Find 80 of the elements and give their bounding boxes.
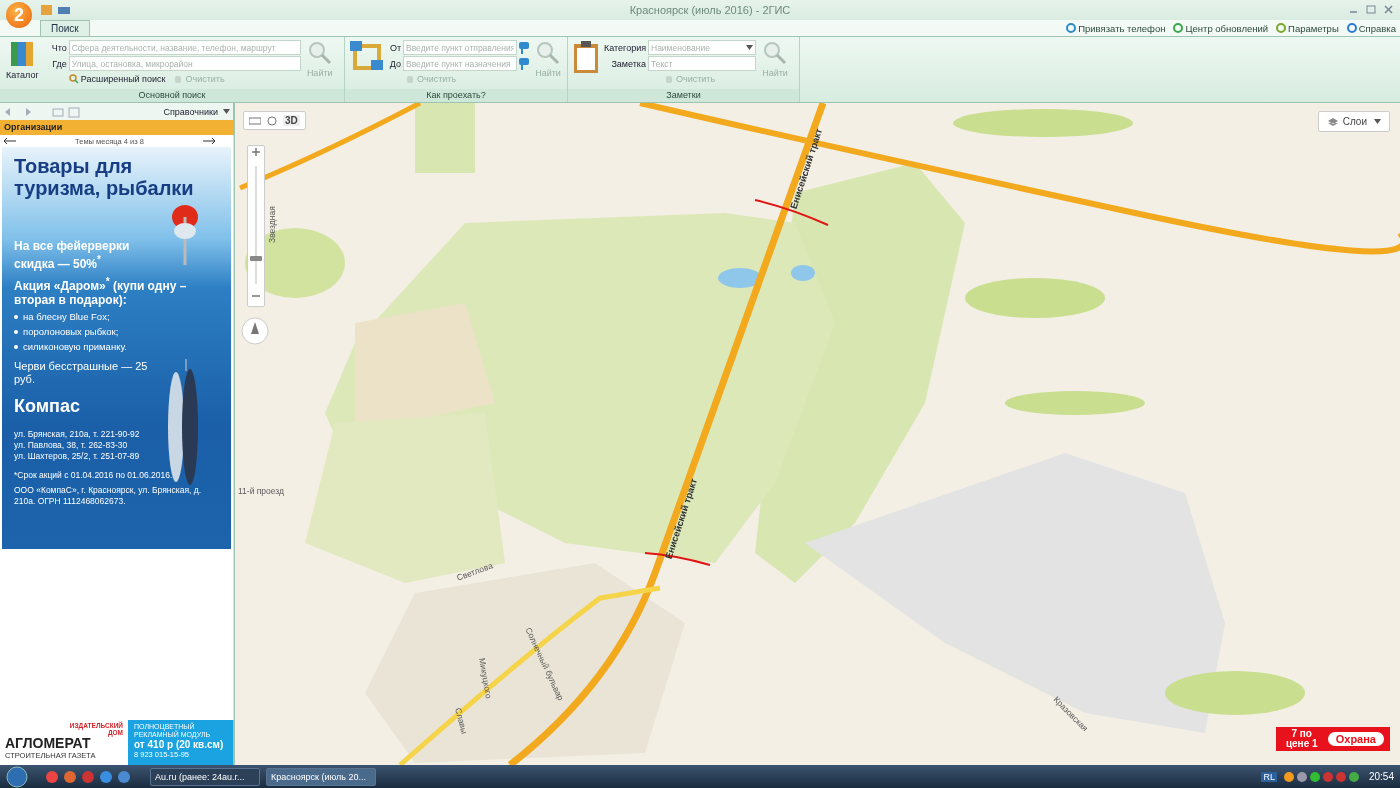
- group-title: Как проехать?: [345, 89, 567, 102]
- scrollbar[interactable]: [233, 135, 234, 720]
- search-field[interactable]: Улица, остановка, микрорайон: [68, 56, 301, 71]
- ad-address: ул. Брянская, 210а, т. 221-90-92: [14, 429, 141, 440]
- clipboard-icon: [572, 40, 600, 74]
- start-button[interactable]: [6, 765, 28, 788]
- search-icon: [306, 40, 333, 66]
- field-label: Категория: [604, 42, 646, 53]
- ruler-icon[interactable]: [249, 116, 261, 125]
- banner-brand: АГЛОМЕРАТ: [5, 736, 92, 751]
- navigation-icons[interactable]: [3, 105, 83, 118]
- caret-icon: [1374, 119, 1381, 124]
- field-label: Заметка: [610, 58, 646, 69]
- brand-logo: Компас: [14, 396, 80, 417]
- quick-access-icons[interactable]: [40, 4, 72, 16]
- ad-address: ул. Шахтеров, 25/2, т. 251-07-89: [14, 451, 141, 462]
- catalog-button[interactable]: Каталог: [4, 40, 41, 80]
- route-field[interactable]: Введите пункт назначения: [403, 56, 517, 71]
- arrow-right-icon[interactable]: [203, 138, 215, 144]
- ad-promo: На все фейерверки скидка — 50%$^{*}$: [14, 239, 131, 271]
- field-label: Где: [51, 58, 67, 69]
- zoom-slider[interactable]: [247, 145, 265, 307]
- search-icon: [762, 40, 788, 66]
- section-header: Организации: [0, 120, 233, 135]
- arrow-left-icon[interactable]: [4, 138, 16, 144]
- ad-address: ул. Павлова, 38, т. 262-83-30: [14, 440, 129, 451]
- field-label: Что: [50, 42, 67, 53]
- caret-icon: [746, 45, 753, 50]
- compass-icon[interactable]: [240, 316, 270, 346]
- map-ad-banner[interactable]: 7 по цене 1 Охрана: [1275, 727, 1390, 751]
- bullet-icon: [14, 329, 18, 334]
- search-icon: [68, 74, 79, 84]
- toolbar-link[interactable]: Центр обновлений: [1173, 22, 1269, 34]
- banner-price: от 410 р (20 кв.см): [134, 739, 225, 750]
- window-controls-icon[interactable]: [1348, 4, 1394, 16]
- clock: 20:54: [1368, 771, 1394, 782]
- search-field[interactable]: Сфера деятельности, название, телефон, маршрут: [68, 40, 301, 55]
- advanced-search-button[interactable]: Расширенный поиск: [68, 74, 166, 84]
- street-label: Микуцкого: [477, 657, 495, 700]
- bullet-icon: [14, 344, 18, 349]
- window-title: Красноярск (июль 2016) - 2ГИС: [629, 4, 791, 16]
- zoom-slider-thumb[interactable]: [250, 255, 262, 261]
- ad-footnote: *Срок акций с 01.04.2016 по 01.06.2016.: [14, 470, 174, 481]
- ribbon-tab[interactable]: Поиск: [40, 20, 90, 36]
- street-label: 11-й проезд: [238, 486, 285, 496]
- note-field[interactable]: Текст: [648, 56, 756, 71]
- layers-icon: [1326, 116, 1339, 127]
- field-label: До: [388, 58, 401, 69]
- layers-button[interactable]: Слои: [1317, 111, 1390, 132]
- street-label: Славы: [453, 706, 470, 735]
- field-label: От: [388, 42, 401, 53]
- ad-bullet: на блесну Blue Fox;: [23, 311, 110, 322]
- ad-text: 7 по цене 1: [1284, 729, 1319, 749]
- ad-headline: Товары для туризма, рыбалки: [14, 155, 195, 199]
- rotate-icon[interactable]: [267, 115, 277, 126]
- pin-icon: [519, 57, 529, 70]
- ad-button[interactable]: Охрана: [1327, 732, 1384, 746]
- search-icon: [535, 40, 561, 66]
- group-title: Заметки: [568, 89, 799, 102]
- ad-legal: ООО «КомпаС», г. Красноярск, ул. Брянская, д. 210а. ОГРН 1112468062673.: [14, 485, 203, 507]
- language-indicator[interactable]: RL: [1261, 771, 1277, 782]
- toolbar-link[interactable]: Справка: [1346, 22, 1396, 34]
- taskbar-button[interactable]: Красноярск (июль 20...: [266, 767, 376, 786]
- ad-promo: Акция «Даром»$^{*}$ (купи одну – вторая в подарок):: [14, 275, 188, 307]
- advertisement-banner[interactable]: [2, 147, 231, 549]
- directories-dropdown[interactable]: Справочники: [163, 106, 230, 117]
- toolbar-link[interactable]: Параметры: [1276, 22, 1339, 34]
- route-field[interactable]: Введите пункт отправления: [403, 40, 517, 55]
- taskbar-button[interactable]: Au.ru (ранее: 24au.r...: [150, 767, 260, 786]
- ad-text: Черви бесстрашные — 25 руб.: [14, 360, 149, 386]
- street-label: Звездная: [267, 206, 277, 243]
- caret-icon: [223, 109, 230, 114]
- books-icon: [9, 40, 36, 68]
- ad-bullet: поролоновых рыбкок;: [23, 326, 119, 337]
- ad-bullet: силиконовую приманку.: [23, 341, 127, 352]
- group-title: Основной поиск: [0, 89, 344, 102]
- pin-icon: [519, 41, 529, 54]
- toolbar-link[interactable]: Привязать телефон: [1066, 22, 1166, 34]
- bullet-icon: [14, 314, 18, 319]
- 3d-button[interactable]: 3D: [283, 115, 300, 126]
